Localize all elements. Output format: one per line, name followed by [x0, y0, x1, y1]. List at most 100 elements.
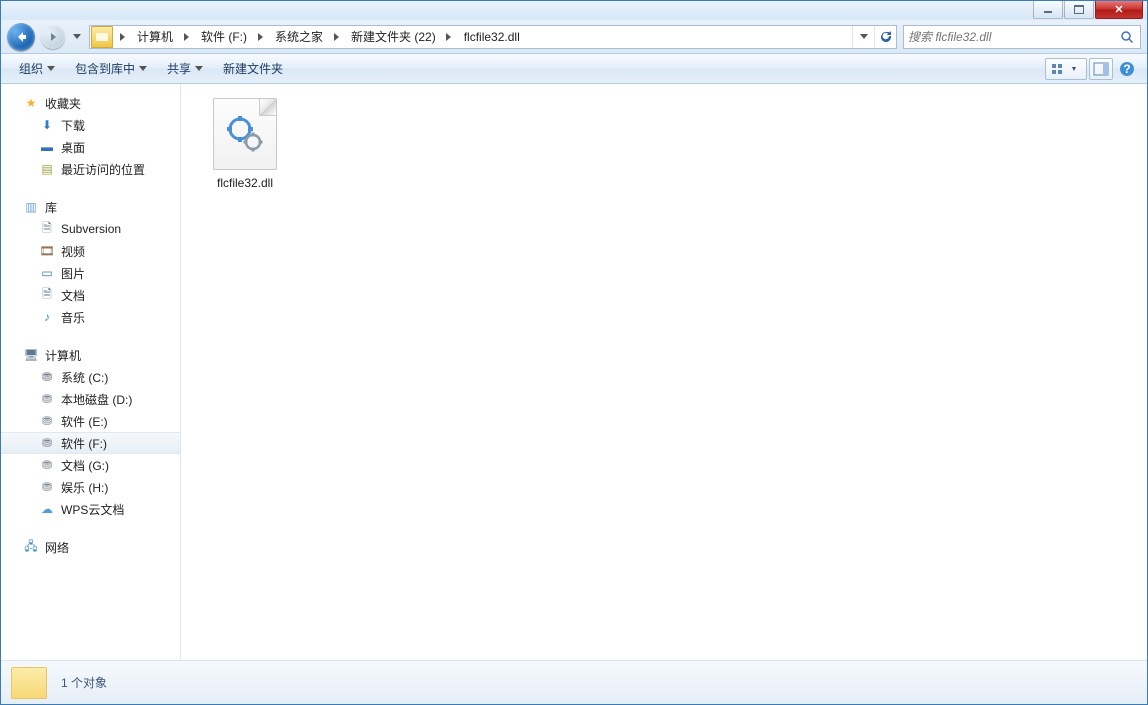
libraries-header[interactable]: ▥ 库 — [1, 196, 180, 218]
history-dropdown[interactable] — [71, 25, 83, 49]
navigation-bar: 计算机 软件 (F:) 系统之家 新建文件夹 (22) flcfile32.dl… — [1, 20, 1147, 54]
network-group: 🖧 网络 — [1, 536, 180, 558]
breadcrumb-computer[interactable]: 计算机 — [129, 26, 179, 48]
item-label: 图片 — [61, 265, 85, 282]
sidebar-item-recent[interactable]: ▤ 最近访问的位置 — [1, 158, 180, 180]
sidebar-item-drive-f[interactable]: ⛃ 软件 (F:) — [1, 432, 180, 454]
chevron-down-icon — [73, 34, 81, 39]
breadcrumb-drive[interactable]: 软件 (F:) — [193, 26, 253, 48]
group-label: 收藏夹 — [45, 95, 81, 112]
drive-icon: ⛃ — [39, 391, 55, 407]
breadcrumb-label: 新建文件夹 (22) — [351, 28, 436, 45]
breadcrumb-label: 系统之家 — [275, 28, 323, 45]
button-label: 共享 — [167, 60, 191, 77]
breadcrumb-separator[interactable] — [179, 26, 193, 48]
chevron-down-icon — [860, 34, 868, 39]
navigation-pane: ★ 收藏夹 ⬇ 下载 ▬ 桌面 ▤ 最近访问的位置 ▥ 库 🗎Subversion 🎞… — [1, 84, 181, 660]
address-bar[interactable]: 计算机 软件 (F:) 系统之家 新建文件夹 (22) flcfile32.dl… — [89, 25, 897, 49]
group-label: 网络 — [45, 539, 69, 556]
drive-icon: ⛃ — [39, 369, 55, 385]
breadcrumb-folder[interactable]: 新建文件夹 (22) — [343, 26, 442, 48]
sidebar-item-drive-h[interactable]: ⛃娱乐 (H:) — [1, 476, 180, 498]
explorer-window: ✕ 计算机 软件 (F:) 系统之家 新建文件夹 (22) flcfile32.… — [0, 0, 1148, 705]
search-icon[interactable] — [1118, 30, 1136, 44]
breadcrumb-separator[interactable] — [253, 26, 267, 48]
sidebar-item-drive-c[interactable]: ⛃系统 (C:) — [1, 366, 180, 388]
item-label: 音乐 — [61, 309, 85, 326]
network-icon: 🖧 — [23, 539, 39, 555]
favorites-header[interactable]: ★ 收藏夹 — [1, 92, 180, 114]
desktop-icon: ▬ — [39, 139, 55, 155]
status-text: 1 个对象 — [61, 674, 107, 691]
file-list[interactable]: flcfile32.dll — [181, 84, 1147, 660]
minimize-button[interactable] — [1033, 1, 1063, 19]
organize-button[interactable]: 组织 — [9, 56, 65, 81]
sidebar-item-downloads[interactable]: ⬇ 下载 — [1, 114, 180, 136]
breadcrumb-folder[interactable]: 系统之家 — [267, 26, 329, 48]
status-bar: 1 个对象 — [1, 660, 1147, 704]
chevron-down-icon — [47, 66, 55, 71]
sidebar-item-desktop[interactable]: ▬ 桌面 — [1, 136, 180, 158]
maximize-button[interactable] — [1064, 1, 1094, 19]
document-icon: 🗎 — [39, 221, 55, 237]
include-in-library-button[interactable]: 包含到库中 — [65, 56, 157, 81]
breadcrumb-label: 计算机 — [137, 28, 173, 45]
cloud-icon: ☁ — [39, 501, 55, 517]
breadcrumb-label: flcfile32.dll — [464, 30, 520, 44]
item-label: 本地磁盘 (D:) — [61, 391, 132, 408]
sidebar-item-drive-g[interactable]: ⛃文档 (G:) — [1, 454, 180, 476]
sidebar-item-music[interactable]: ♪ 音乐 — [1, 306, 180, 328]
search-input[interactable] — [908, 30, 1118, 44]
address-dropdown[interactable] — [852, 26, 874, 48]
sidebar-item-drive-d[interactable]: ⛃ 本地磁盘 (D:) — [1, 388, 180, 410]
network-header[interactable]: 🖧 网络 — [1, 536, 180, 558]
sidebar-item-documents[interactable]: 🗎 文档 — [1, 284, 180, 306]
help-button[interactable]: ? — [1115, 58, 1139, 80]
music-icon: ♪ — [39, 309, 55, 325]
share-button[interactable]: 共享 — [157, 56, 213, 81]
sidebar-item-drive-e[interactable]: ⛃软件 (E:) — [1, 410, 180, 432]
close-button[interactable]: ✕ — [1095, 1, 1143, 19]
breadcrumb-separator[interactable] — [442, 26, 456, 48]
download-icon: ⬇ — [39, 117, 55, 133]
svg-text:?: ? — [1123, 62, 1130, 76]
item-label: 桌面 — [61, 139, 85, 156]
computer-header[interactable]: 🖥 计算机 — [1, 344, 180, 366]
command-bar: 组织 包含到库中 共享 新建文件夹 ? — [1, 54, 1147, 84]
breadcrumb-current[interactable]: flcfile32.dll — [456, 26, 526, 48]
button-label: 新建文件夹 — [223, 60, 283, 77]
item-label: 文档 — [61, 287, 85, 304]
button-label: 包含到库中 — [75, 60, 135, 77]
recent-icon: ▤ — [39, 161, 55, 177]
computer-group: 🖥 计算机 ⛃系统 (C:) ⛃本地磁盘 (D:) ⛃软件 (E:) ⛃软件 (… — [1, 344, 180, 520]
breadcrumb-label: 软件 (F:) — [201, 28, 247, 45]
button-label: 组织 — [19, 60, 43, 77]
refresh-button[interactable] — [874, 26, 896, 48]
preview-pane-button[interactable] — [1089, 58, 1113, 80]
item-label: 软件 (F:) — [61, 435, 107, 452]
libraries-group: ▥ 库 🗎Subversion 🎞视频 ▭图片 🗎 文档 ♪ 音乐 — [1, 196, 180, 328]
chevron-down-icon — [195, 66, 203, 71]
group-label: 库 — [45, 199, 57, 216]
drive-icon: ⛃ — [39, 435, 55, 451]
breadcrumb-separator[interactable] — [329, 26, 343, 48]
folder-icon — [11, 667, 47, 699]
sidebar-item-videos[interactable]: 🎞视频 — [1, 240, 180, 262]
item-label: 文档 (G:) — [61, 457, 109, 474]
item-label: 软件 (E:) — [61, 413, 108, 430]
item-label: 最近访问的位置 — [61, 161, 145, 178]
sidebar-item-wps-cloud[interactable]: ☁WPS云文档 — [1, 498, 180, 520]
sidebar-item-pictures[interactable]: ▭图片 — [1, 262, 180, 284]
search-box[interactable] — [903, 25, 1141, 49]
back-button[interactable] — [7, 23, 35, 51]
forward-button[interactable] — [41, 25, 65, 49]
document-icon: 🗎 — [39, 287, 55, 303]
breadcrumb-separator[interactable] — [115, 26, 129, 48]
file-item[interactable]: flcfile32.dll — [199, 98, 291, 190]
favorites-group: ★ 收藏夹 ⬇ 下载 ▬ 桌面 ▤ 最近访问的位置 — [1, 92, 180, 180]
sidebar-item-subversion[interactable]: 🗎Subversion — [1, 218, 180, 240]
view-options-button[interactable] — [1045, 58, 1087, 80]
item-label: 娱乐 (H:) — [61, 479, 108, 496]
item-label: 下载 — [61, 117, 85, 134]
new-folder-button[interactable]: 新建文件夹 — [213, 56, 293, 81]
